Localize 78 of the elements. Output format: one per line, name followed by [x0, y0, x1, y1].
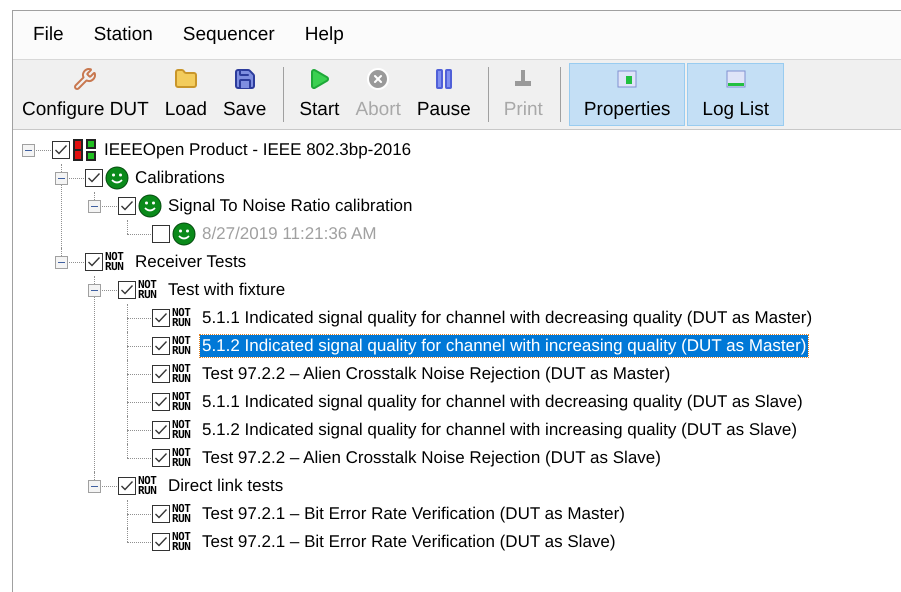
check-icon — [120, 284, 134, 296]
not-run-icon: NOT RUN — [172, 336, 196, 356]
tree-checkbox[interactable] — [118, 197, 136, 215]
tree-checkbox[interactable] — [152, 533, 170, 551]
menu-item[interactable]: Sequencer — [170, 20, 287, 50]
check-icon — [154, 340, 168, 352]
not-run-icon: NOT RUN — [172, 392, 196, 412]
tree-item[interactable]: Test with fixture — [166, 279, 288, 301]
collapse-toggle[interactable] — [55, 256, 68, 268]
collapse-toggle[interactable] — [22, 144, 35, 156]
tree-checkbox[interactable] — [152, 449, 170, 467]
not-run-icon: NOT RUN — [172, 532, 196, 552]
tree-item[interactable]: Test 97.2.2 – Alien Crosstalk Noise Rejection (DUT as Slave) — [200, 447, 663, 469]
tree-item[interactable]: 5.1.1 Indicated signal quality for channel with decreasing quality (DUT as Slave) — [200, 391, 805, 413]
tree-checkbox[interactable] — [52, 141, 70, 159]
tree-checkbox[interactable] — [152, 505, 170, 523]
check-icon — [154, 508, 168, 520]
check-icon — [154, 396, 168, 408]
collapse-toggle[interactable] — [88, 200, 101, 212]
tree-checkbox[interactable] — [152, 393, 170, 411]
toolbar-button[interactable]: Save — [216, 63, 274, 126]
not-run-icon: NOT RUN — [172, 420, 196, 440]
toolbar-button[interactable]: Pause — [410, 63, 478, 126]
toolbar-button[interactable]: Configure DUT — [15, 63, 156, 126]
close-circle-icon — [366, 67, 390, 91]
tree-checkbox[interactable] — [152, 309, 170, 327]
check-icon — [87, 256, 101, 268]
tree-checkbox[interactable] — [118, 477, 136, 495]
tree-item[interactable]: Receiver Tests — [133, 251, 248, 273]
tree-checkbox[interactable] — [152, 421, 170, 439]
smiley-icon — [105, 166, 129, 190]
menu-item[interactable]: Help — [292, 20, 356, 50]
tree-item[interactable]: Signal To Noise Ratio calibration — [166, 195, 414, 217]
tree-checkbox[interactable] — [152, 337, 170, 355]
tree-checkbox[interactable] — [152, 365, 170, 383]
menu-item[interactable]: Station — [82, 20, 165, 50]
tree-item[interactable]: Calibrations — [133, 167, 227, 189]
collapse-toggle[interactable] — [88, 480, 101, 492]
toolbar-button[interactable]: Start — [292, 63, 346, 126]
check-icon — [154, 312, 168, 324]
smiley-icon — [138, 194, 162, 218]
check-icon — [54, 144, 68, 156]
not-run-icon: NOT RUN — [172, 364, 196, 384]
not-run-icon: NOT RUN — [105, 252, 129, 272]
check-icon — [120, 480, 134, 492]
tree-item[interactable]: Test 97.2.1 – Bit Error Rate Verification (DUT as Master) — [200, 503, 627, 525]
tree-checkbox[interactable] — [85, 169, 103, 187]
not-run-icon: NOT RUN — [172, 448, 196, 468]
menu-item[interactable]: File — [21, 20, 76, 50]
toolbar-button[interactable]: Properties — [568, 63, 686, 126]
check-icon — [154, 368, 168, 380]
not-run-icon: NOT RUN — [138, 280, 162, 300]
toolbar-button[interactable]: Log List — [687, 63, 784, 126]
product-icon — [72, 138, 98, 162]
tree-checkbox[interactable] — [152, 225, 170, 243]
tree-item[interactable]: Direct link tests — [166, 475, 286, 497]
collapse-toggle[interactable] — [88, 284, 101, 296]
wrench-icon — [73, 67, 98, 91]
check-icon — [154, 536, 168, 548]
toolbar-button[interactable]: Load — [158, 63, 214, 126]
not-run-icon: NOT RUN — [172, 308, 196, 328]
tree-item[interactable]: 5.1.2 Indicated signal quality for channel with increasing quality (DUT as Master) — [200, 335, 808, 357]
check-icon — [120, 200, 134, 212]
folder-icon — [174, 67, 198, 91]
not-run-icon: NOT RUN — [138, 476, 162, 496]
tree-item[interactable]: Test 97.2.1 – Bit Error Rate Verification (DUT as Slave) — [200, 531, 618, 553]
tree-checkbox[interactable] — [85, 253, 103, 271]
tree-item[interactable]: IEEEOpen Product - IEEE 802.3bp-2016 — [102, 139, 414, 161]
collapse-toggle[interactable] — [55, 172, 68, 184]
not-run-icon: NOT RUN — [172, 504, 196, 524]
tree-item[interactable]: 5.1.1 Indicated signal quality for channel with decreasing quality (DUT as Master) — [200, 307, 814, 329]
tree-item[interactable]: Test 97.2.2 – Alien Crosstalk Noise Rejection (DUT as Master) — [200, 363, 672, 385]
check-icon — [154, 452, 168, 464]
check-icon — [154, 424, 168, 436]
tree-checkbox[interactable] — [118, 281, 136, 299]
smiley-icon — [172, 222, 196, 246]
check-icon — [87, 172, 101, 184]
tree-item[interactable]: 5.1.2 Indicated signal quality for channel with increasing quality (DUT as Slave) — [200, 419, 799, 441]
